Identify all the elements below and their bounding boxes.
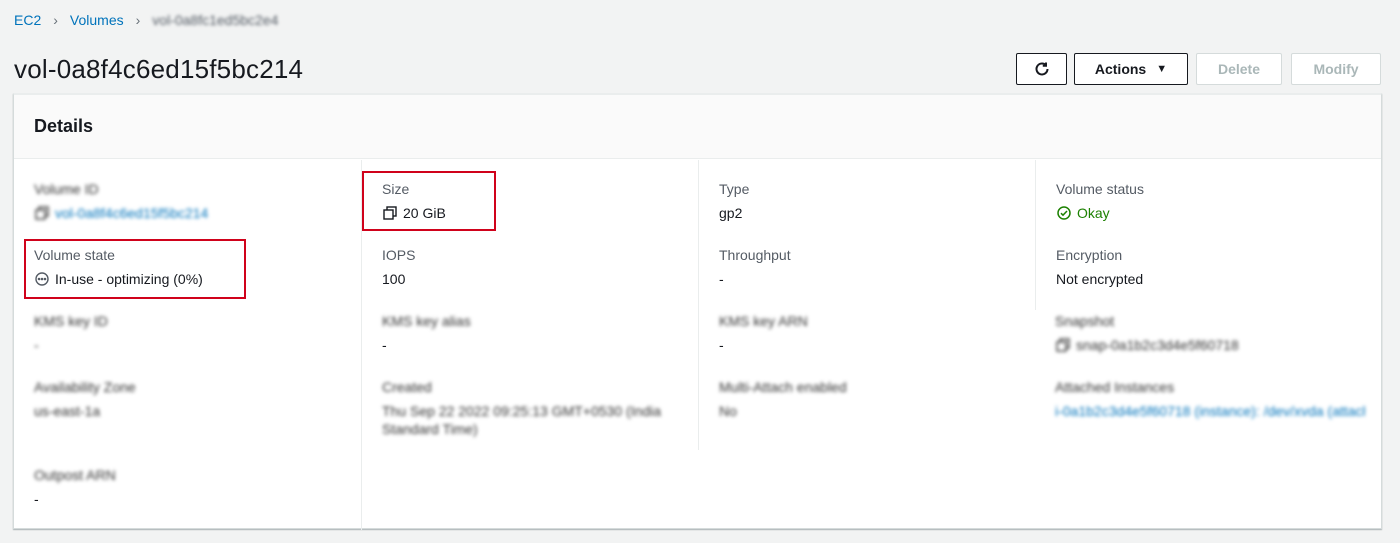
field-label: Type [719, 181, 750, 197]
page-title: vol-0a8f4c6ed15f5bc214 [14, 54, 303, 85]
details-title: Details [34, 116, 94, 136]
field-type: Type gp2 [719, 180, 1029, 222]
field-volume-id: Volume ID vol-0a8f4c6ed15f5bc214 [34, 180, 344, 222]
field-value: Okay [1056, 204, 1366, 222]
field-label: KMS key ARN [719, 313, 808, 329]
field-value: In-use - optimizing (0%) [34, 270, 344, 288]
field-label: Size [382, 181, 410, 197]
field-value: Not encrypted [1056, 271, 1144, 287]
toolbar: Actions ▼ Delete Modify [1016, 53, 1382, 85]
field-value: us-east-1a [34, 403, 101, 419]
field-outpost-arn: Outpost ARN - [34, 466, 344, 508]
field-label: Availability Zone [34, 379, 136, 395]
field-value: 20 GiB [382, 204, 692, 222]
breadcrumb-ec2-link[interactable]: EC2 [14, 12, 41, 28]
page-title-text: vol-0a8f4c6ed15f5bc214 [14, 54, 304, 84]
field-value: - [34, 337, 39, 353]
details-panel: Details Volume ID vol-0a8f4c6ed15f5bc214… [13, 93, 1382, 530]
field-label: Throughput [719, 247, 791, 263]
delete-button[interactable]: Delete [1196, 53, 1282, 85]
field-created: Created Thu Sep 22 2022 09:25:13 GMT+053… [382, 378, 687, 438]
field-label: KMS key alias [382, 313, 471, 329]
field-attached-instances: Attached Instances i-0a1b2c3d4e5f60718 (… [1055, 378, 1365, 420]
field-iops: IOPS 100 [382, 246, 692, 288]
breadcrumb-volumes-link[interactable]: Volumes [70, 12, 124, 28]
breadcrumb: EC2 › Volumes › vol-0a8fc1ed5bc2e4 [14, 11, 278, 29]
field-value[interactable]: snap-0a1b2c3d4e5f60718 [1055, 336, 1365, 354]
details-column-1: Volume ID vol-0a8f4c6ed15f5bc214 Volume … [14, 160, 361, 530]
volume-state-value: In-use - optimizing (0%) [55, 271, 203, 287]
field-label: Encryption [1056, 247, 1123, 263]
field-label: Volume status [1056, 181, 1144, 197]
field-availability-zone: Availability Zone us-east-1a [34, 378, 344, 420]
field-label: Attached Instances [1055, 379, 1175, 395]
details-header: Details [14, 95, 1381, 159]
details-column-2: Size 20 GiB IOPS 100 KMS key alias - Cre… [361, 160, 698, 530]
chevron-right-icon: › [135, 12, 141, 28]
field-label: KMS key ID [34, 313, 108, 329]
field-label: Snapshot [1055, 313, 1115, 329]
actions-label: Actions [1094, 61, 1147, 77]
field-value[interactable]: vol-0a8f4c6ed15f5bc214 [34, 204, 344, 222]
field-value: - [34, 491, 39, 507]
field-label: Outpost ARN [34, 467, 116, 483]
size-value: 20 GiB [403, 205, 446, 221]
copy-icon[interactable] [1055, 337, 1071, 353]
field-kms-key-arn: KMS key ARN - [719, 312, 1029, 354]
copy-icon[interactable] [34, 205, 50, 221]
field-label: IOPS [382, 247, 416, 263]
chevron-right-icon: › [53, 12, 58, 28]
field-size: Size 20 GiB [382, 180, 692, 222]
field-multi-attach: Multi-Attach enabled No [719, 378, 1029, 420]
field-value: - [382, 337, 387, 353]
volume-status-value: Okay [1077, 205, 1110, 221]
field-encryption: Encryption Not encrypted [1056, 246, 1366, 288]
field-label: Created [382, 379, 432, 395]
check-circle-icon [1056, 205, 1072, 221]
copy-icon[interactable] [382, 205, 398, 221]
details-column-4: Volume status Okay Encryption Not encryp… [1035, 160, 1383, 310]
field-throughput: Throughput - [719, 246, 1029, 288]
refresh-button[interactable] [1016, 53, 1067, 85]
breadcrumb-current: vol-0a8fc1ed5bc2e4 [152, 12, 279, 28]
caret-down-icon: ▼ [1156, 63, 1168, 75]
field-value: gp2 [719, 205, 743, 221]
field-value: - [719, 337, 724, 353]
details-column-3: Type gp2 Throughput - KMS key ARN - Mult… [698, 160, 1035, 450]
field-volume-state: Volume state In-use - optimizing (0%) [34, 246, 344, 288]
pending-icon [34, 271, 50, 287]
field-kms-key-alias: KMS key alias - [382, 312, 692, 354]
field-value: Thu Sep 22 2022 09:25:13 GMT+0530 (India… [382, 403, 662, 437]
snapshot-value[interactable]: snap-0a1b2c3d4e5f60718 [1076, 336, 1239, 354]
field-snapshot: Snapshot snap-0a1b2c3d4e5f60718 [1055, 312, 1365, 354]
field-value: 100 [382, 271, 406, 287]
attached-instances-link[interactable]: i-0a1b2c3d4e5f60718 (instance): /dev/xvd… [1055, 402, 1365, 420]
modify-button[interactable]: Modify [1291, 53, 1381, 85]
field-kms-key-id: KMS key ID - [34, 312, 344, 354]
actions-dropdown-button[interactable]: Actions ▼ [1074, 53, 1188, 85]
volume-id-link[interactable]: vol-0a8f4c6ed15f5bc214 [55, 204, 208, 222]
field-label: Volume ID [34, 181, 99, 197]
refresh-icon [1033, 60, 1051, 78]
field-label: Volume state [34, 247, 115, 263]
details-grid: Volume ID vol-0a8f4c6ed15f5bc214 Volume … [14, 160, 1381, 530]
field-volume-status: Volume status Okay [1056, 180, 1366, 222]
field-label: Multi-Attach enabled [719, 379, 847, 395]
field-value: No [719, 403, 737, 419]
field-value: - [719, 271, 724, 287]
